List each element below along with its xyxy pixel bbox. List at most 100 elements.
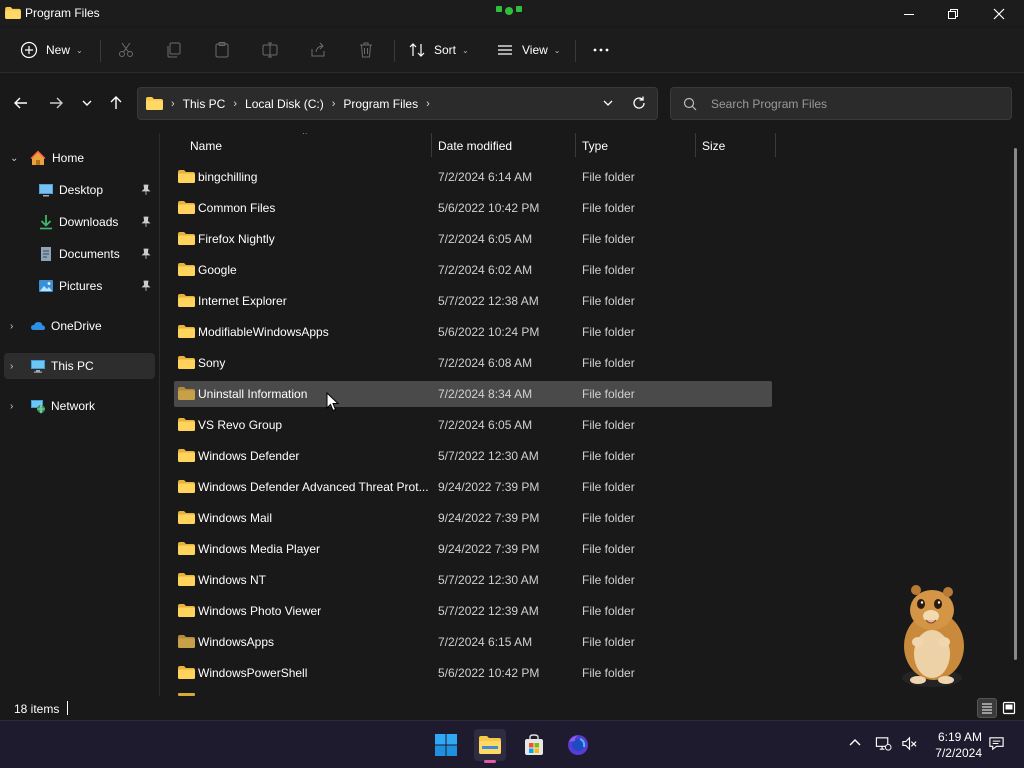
folder-icon <box>178 232 195 245</box>
refresh-icon[interactable] <box>631 95 647 111</box>
file-row[interactable]: Windows Photo Viewer 5/7/2022 12:39 AM Fil… <box>174 598 772 624</box>
rename-button[interactable] <box>261 33 279 67</box>
file-row[interactable]: Google 7/2/2024 6:02 AM File folder <box>174 257 772 283</box>
delete-button[interactable] <box>357 33 375 67</box>
folder-icon <box>178 635 195 648</box>
column-divider[interactable] <box>695 133 696 157</box>
sidebar-item-label: Documents <box>59 247 120 261</box>
sidebar-item-downloads[interactable]: Downloads <box>4 209 155 235</box>
share-button[interactable] <box>309 33 327 67</box>
breadcrumb-this-pc[interactable]: This PC <box>183 97 226 111</box>
file-row[interactable]: Windows NT 5/7/2022 12:30 AM File folder <box>174 567 772 593</box>
new-label: New <box>46 43 71 57</box>
chevron-down-icon[interactable]: ⌄ <box>10 153 18 164</box>
file-row[interactable]: Windows Defender 5/7/2022 12:30 AM File fo… <box>174 443 772 469</box>
cut-button[interactable] <box>117 33 135 67</box>
navigation-pane: ⌄ Home Desktop Downloads Documents Pictu… <box>0 133 160 696</box>
vertical-scrollbar[interactable] <box>1014 148 1017 660</box>
sidebar-item-home[interactable]: ⌄ Home <box>4 145 155 171</box>
new-button[interactable]: New ⌄ <box>20 33 83 67</box>
view-label: View <box>522 43 548 57</box>
column-divider[interactable] <box>775 133 776 157</box>
plus-circle-icon <box>20 41 38 59</box>
breadcrumb-separator-icon: › <box>331 97 336 110</box>
close-button[interactable] <box>976 0 1022 28</box>
chevron-right-icon[interactable]: › <box>10 361 13 372</box>
file-row[interactable]: Internet Explorer 5/7/2022 12:38 AM File f… <box>174 288 772 314</box>
sort-button[interactable]: Sort ⌄ <box>408 33 469 67</box>
taskbar-file-explorer[interactable] <box>474 729 506 763</box>
details-view-button[interactable] <box>977 698 997 718</box>
chevron-right-icon[interactable]: › <box>10 401 13 412</box>
file-row[interactable]: bingchilling 7/2/2024 6:14 AM File folder <box>174 164 772 190</box>
file-row[interactable]: Windows Media Player 9/24/2022 7:39 PM Fil… <box>174 536 772 562</box>
file-row[interactable]: Sony 7/2/2024 6:08 AM File folder <box>174 350 772 376</box>
taskbar-firefox-nightly[interactable] <box>562 729 594 761</box>
column-divider[interactable] <box>431 133 432 157</box>
start-button[interactable] <box>430 729 462 761</box>
more-options-button[interactable] <box>592 33 610 67</box>
folder-icon <box>178 480 195 493</box>
recent-locations-button[interactable] <box>76 92 98 114</box>
address-history-chevron-icon[interactable] <box>601 96 615 110</box>
column-divider[interactable] <box>575 133 576 157</box>
sidebar-item-onedrive[interactable]: › OneDrive <box>4 313 155 339</box>
sidebar-item-pictures[interactable]: Pictures <box>4 273 155 299</box>
forward-button[interactable] <box>45 92 67 114</box>
file-explorer-icon <box>479 736 501 754</box>
up-button[interactable] <box>105 92 127 114</box>
file-type: File folder <box>582 480 635 494</box>
search-box[interactable] <box>670 87 1012 120</box>
volume-muted-icon <box>901 735 917 751</box>
view-button[interactable]: View ⌄ <box>496 33 561 67</box>
notification-center-button[interactable] <box>986 733 1006 753</box>
breadcrumb-local-disk[interactable]: Local Disk (C:) <box>245 97 324 111</box>
copy-icon <box>167 42 181 58</box>
taskbar-microsoft-store[interactable] <box>518 729 550 761</box>
tiles-view-icon <box>1002 701 1016 715</box>
file-type: File folder <box>582 418 635 432</box>
taskbar: 6:19 AM 7/2/2024 <box>0 720 1024 768</box>
sidebar-item-network[interactable]: › Network <box>4 393 155 419</box>
file-row[interactable]: Firefox Nightly 7/2/2024 6:05 AM File fold… <box>174 226 772 252</box>
folder-icon <box>178 542 195 555</box>
column-header-size[interactable]: Size <box>702 139 725 153</box>
chevron-right-icon[interactable]: › <box>10 321 13 332</box>
file-row[interactable]: WindowsPowerShell 5/6/2022 10:42 PM File f… <box>174 660 772 686</box>
file-name: bingchilling <box>198 170 258 184</box>
folder-icon <box>5 7 21 19</box>
file-row[interactable]: Windows Defender Advanced Threat Prot...… <box>174 474 772 500</box>
column-header-type[interactable]: Type <box>582 139 608 153</box>
network-status-button[interactable] <box>873 733 893 753</box>
search-input[interactable] <box>711 96 1001 111</box>
show-hidden-icons-button[interactable] <box>845 733 865 753</box>
tiles-view-button[interactable] <box>999 698 1019 718</box>
chevron-down-icon <box>82 100 92 106</box>
column-header-date[interactable]: Date modified <box>438 139 512 153</box>
home-icon <box>30 150 46 165</box>
paste-button[interactable] <box>213 33 231 67</box>
toolbar-divider <box>100 40 101 62</box>
file-date-modified: 7/2/2024 6:05 AM <box>438 418 533 432</box>
network-icon <box>875 736 892 751</box>
address-bar[interactable]: › This PC › Local Disk (C:) › Program Fi… <box>137 87 658 120</box>
file-row[interactable]: Windows Mail 9/24/2022 7:39 PM File folder <box>174 505 772 531</box>
breadcrumb-program-files[interactable]: Program Files <box>343 97 418 111</box>
minimize-button[interactable] <box>886 0 932 28</box>
sort-label: Sort <box>434 43 457 57</box>
back-button[interactable] <box>10 92 32 114</box>
taskbar-clock[interactable]: 6:19 AM 7/2/2024 <box>928 729 982 761</box>
file-row[interactable]: VS Revo Group 7/2/2024 6:05 AM File folder <box>174 412 772 438</box>
file-row[interactable]: Common Files 5/6/2022 10:42 PM File folder <box>174 195 772 221</box>
sidebar-item-desktop[interactable]: Desktop <box>4 177 155 203</box>
sidebar-item-this-pc[interactable]: › This PC <box>4 353 155 379</box>
column-header-name[interactable]: Name <box>190 139 222 153</box>
copy-button[interactable] <box>165 33 183 67</box>
file-row[interactable]: WindowsApps 7/2/2024 6:15 AM File folder <box>174 629 772 655</box>
file-row[interactable]: ModifiableWindowsApps 5/6/2022 10:24 PM Fi… <box>174 319 772 345</box>
sidebar-item-documents[interactable]: Documents <box>4 241 155 267</box>
notification-icon <box>988 736 1004 750</box>
restore-button[interactable] <box>930 0 976 28</box>
volume-button[interactable] <box>899 733 919 753</box>
file-row[interactable]: Uninstall Information 7/2/2024 8:34 AM Fil… <box>174 381 772 407</box>
